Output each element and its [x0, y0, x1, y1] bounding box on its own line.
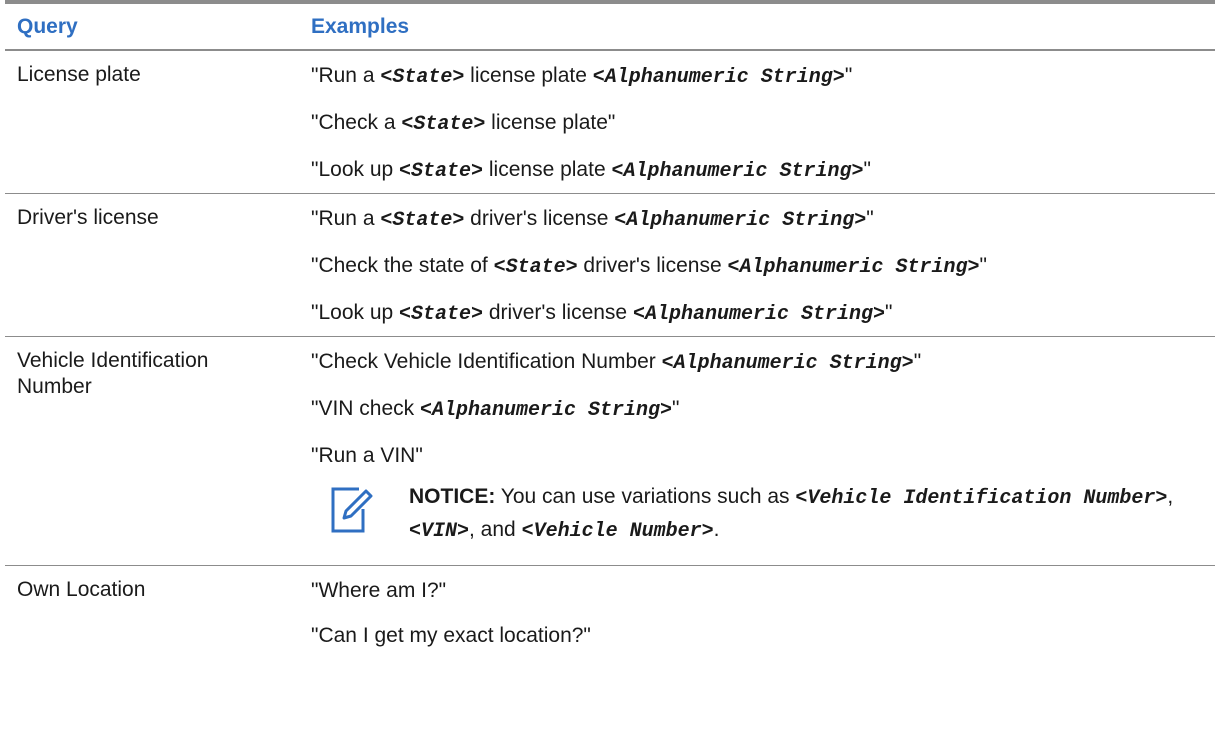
- placeholder-token: <Alphanumeric String>: [420, 399, 673, 422]
- query-cell: Vehicle Identification Number: [17, 349, 209, 398]
- placeholder-token: <Vehicle Number>: [521, 520, 714, 543]
- example-text: "Check a: [311, 111, 402, 134]
- example-text: "VIN check: [311, 397, 420, 420]
- example-text: ": [979, 254, 987, 277]
- example-line: "Look up <State> driver's license <Alpha…: [311, 299, 1215, 328]
- query-cell: License plate: [17, 63, 141, 86]
- example-text: ": [672, 397, 680, 420]
- voice-query-table: Query Examples License plate "Run a <Sta…: [5, 0, 1215, 657]
- table-row-own-location: Own Location "Where am I?" "Can I get my…: [5, 566, 1215, 657]
- example-line: "Can I get my exact location?": [311, 622, 1215, 649]
- placeholder-token: <Alphanumeric String>: [611, 160, 864, 183]
- placeholder-token: <Alphanumeric String>: [592, 66, 845, 89]
- example-line: "VIN check <Alphanumeric String>": [311, 395, 1215, 424]
- example-line: "Look up <State> license plate <Alphanum…: [311, 156, 1215, 185]
- notice-body: .: [713, 518, 720, 541]
- example-text: license plate: [483, 158, 612, 181]
- table-header-row: Query Examples: [5, 4, 1215, 51]
- example-text: driver's license: [577, 254, 728, 277]
- example-line: "Run a <State> driver's license <Alphanu…: [311, 205, 1215, 234]
- table-row-license-plate: License plate "Run a <State> license pla…: [5, 51, 1215, 194]
- placeholder-token: <State>: [493, 256, 578, 279]
- example-line: "Check Vehicle Identification Number <Al…: [311, 348, 1215, 377]
- query-cell: Own Location: [17, 578, 146, 601]
- example-text: license plate: [464, 64, 593, 87]
- example-line: "Run a <State> license plate <Alphanumer…: [311, 62, 1215, 91]
- placeholder-token: <State>: [399, 303, 484, 326]
- placeholder-token: <Alphanumeric String>: [661, 352, 914, 375]
- notice-box: NOTICE: You can use variations such as <…: [311, 481, 1215, 547]
- table-row-vin: Vehicle Identification Number "Check Veh…: [5, 337, 1215, 566]
- placeholder-token: <Alphanumeric String>: [727, 256, 980, 279]
- placeholder-token: <State>: [401, 113, 486, 136]
- placeholder-token: <State>: [380, 66, 465, 89]
- example-text: "Look up: [311, 158, 400, 181]
- examples-cell: "Run a <State> driver's license <Alphanu…: [303, 194, 1215, 336]
- example-text: ": [913, 350, 922, 373]
- example-text: "Where am I?": [311, 579, 447, 602]
- notice-body: You can use variations such as: [495, 485, 796, 508]
- example-text: driver's license: [483, 301, 633, 324]
- table-row-drivers-license: Driver's license "Run a <State> driver's…: [5, 194, 1215, 337]
- placeholder-token: <State>: [380, 209, 465, 232]
- example-line: "Check the state of <State> driver's lic…: [311, 252, 1215, 281]
- notice-body: ,: [1167, 485, 1174, 508]
- example-text: license plate": [485, 111, 616, 134]
- example-text: "Look up: [311, 301, 400, 324]
- example-text: "Can I get my exact location?": [311, 624, 591, 647]
- placeholder-token: <State>: [399, 160, 484, 183]
- notice-label: NOTICE:: [409, 485, 496, 508]
- example-line: "Run a VIN": [311, 442, 1215, 469]
- example-text: ": [885, 301, 893, 324]
- pencil-note-icon: [331, 487, 373, 533]
- example-text: "Run a: [311, 64, 381, 87]
- examples-cell: "Run a <State> license plate <Alphanumer…: [303, 51, 1215, 193]
- example-text: "Run a: [311, 207, 381, 230]
- placeholder-token: <Vehicle Identification Number>: [795, 487, 1168, 510]
- examples-cell: "Where am I?" "Can I get my exact locati…: [303, 566, 1215, 657]
- header-query: Query: [17, 14, 78, 38]
- header-examples: Examples: [311, 14, 410, 38]
- examples-cell: "Check Vehicle Identification Number <Al…: [303, 337, 1215, 565]
- example-text: ": [844, 64, 853, 87]
- placeholder-token: <VIN>: [409, 520, 470, 543]
- example-line: "Where am I?": [311, 577, 1215, 604]
- query-cell: Driver's license: [17, 206, 159, 229]
- placeholder-token: <Alphanumeric String>: [614, 209, 867, 232]
- example-text: driver's license: [464, 207, 615, 230]
- notice-body: , and: [469, 518, 522, 541]
- example-text: ": [863, 158, 871, 181]
- placeholder-token: <Alphanumeric String>: [632, 303, 885, 326]
- example-line: "Check a <State> license plate": [311, 109, 1215, 138]
- example-text: "Check Vehicle Identification Number: [311, 350, 662, 373]
- example-text: "Check the state of: [311, 254, 494, 277]
- example-text: ": [866, 207, 874, 230]
- notice-text: NOTICE: You can use variations such as <…: [409, 481, 1215, 547]
- example-text: "Run a VIN": [311, 444, 423, 467]
